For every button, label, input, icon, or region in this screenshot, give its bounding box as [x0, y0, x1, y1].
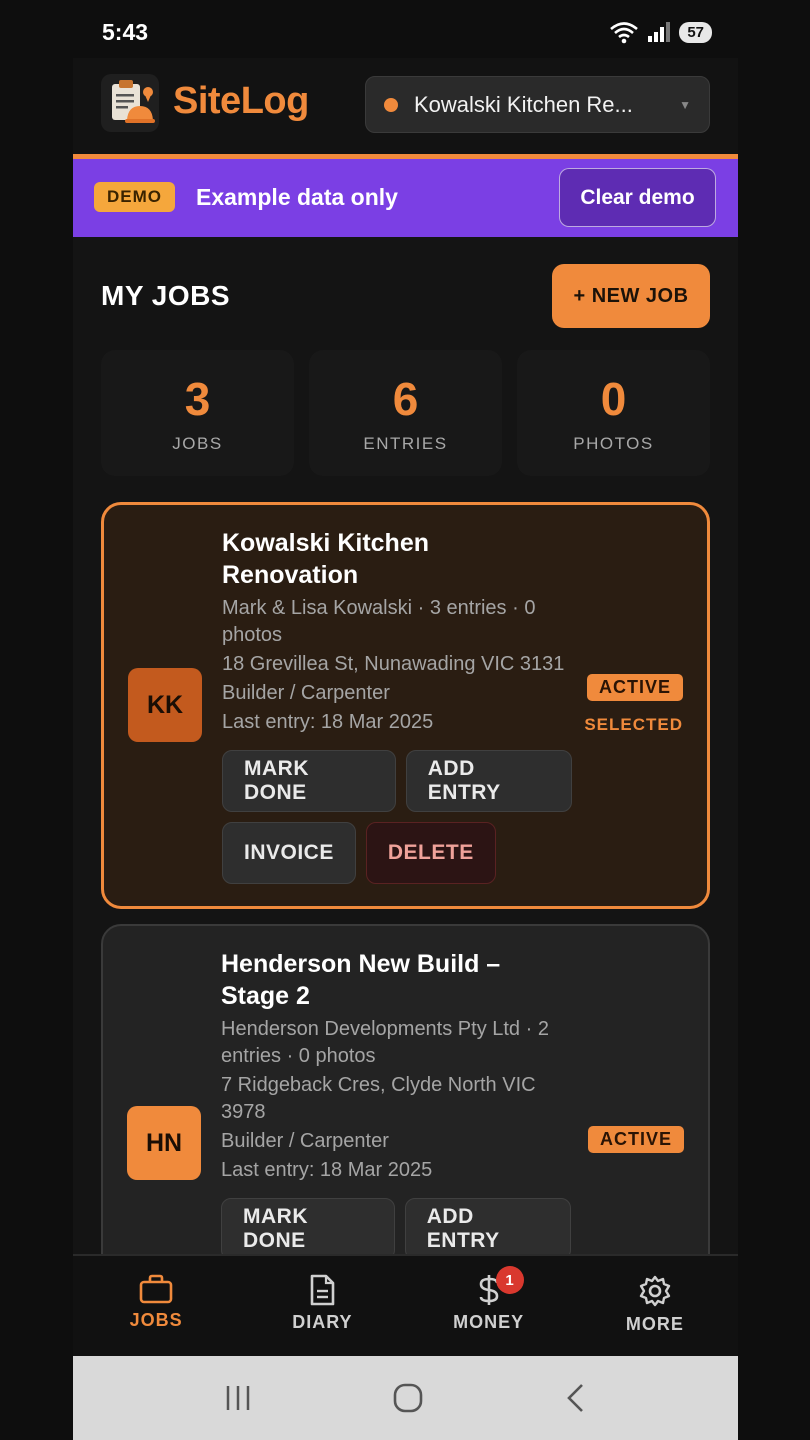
invoice-button[interactable]: INVOICE — [222, 822, 356, 884]
job-selector[interactable]: Kowalski Kitchen Re... ▼ — [365, 76, 710, 133]
nav-more[interactable]: MORE — [572, 1256, 738, 1356]
nav-money[interactable]: 1 MONEY — [406, 1256, 572, 1356]
mark-done-button[interactable]: MARK DONE — [221, 1198, 395, 1260]
stat-jobs: 3 JOBS — [101, 350, 294, 476]
job-trade: Builder / Carpenter — [222, 682, 390, 704]
wifi-icon — [610, 22, 639, 44]
stat-label: PHOTOS — [573, 434, 654, 453]
job-trade: Builder / Carpenter — [221, 1130, 389, 1152]
add-entry-button[interactable]: ADD ENTRY — [404, 1198, 571, 1260]
clear-demo-button[interactable]: Clear demo — [559, 168, 716, 227]
job-address: 18 Grevillea St, Nunawading VIC 3131 — [222, 653, 565, 675]
status-time: 5:43 — [102, 19, 149, 45]
nav-label: JOBS — [129, 1310, 183, 1330]
add-entry-button[interactable]: ADD ENTRY — [405, 750, 572, 812]
job-actions-secondary: INVOICE DELETE — [222, 822, 572, 884]
notification-badge: 1 — [495, 1266, 524, 1294]
job-title: Kowalski Kitchen Renovation — [222, 529, 429, 589]
recent-apps-icon[interactable] — [223, 1383, 253, 1413]
app-screen: SiteLog Kowalski Kitchen Re... ▼ DEMO Ex… — [73, 58, 738, 1356]
document-icon — [311, 1274, 335, 1306]
demo-banner: DEMO Example data only Clear demo — [73, 159, 738, 237]
status-badge: ACTIVE — [587, 1126, 684, 1153]
brand-name: SiteLog — [173, 80, 309, 122]
chevron-down-icon: ▼ — [679, 97, 691, 112]
delete-button[interactable]: DELETE — [365, 822, 496, 884]
job-address: 7 Ridgeback Cres, Clyde North VIC 3978 — [221, 1074, 536, 1123]
active-dot — [384, 97, 398, 112]
job-meta: Henderson Developments Pty Ltd · 2 entri… — [221, 1018, 549, 1067]
back-icon[interactable] — [563, 1382, 589, 1414]
nav-jobs[interactable]: JOBS — [73, 1256, 239, 1356]
job-avatar: KK — [128, 668, 202, 742]
job-title: Henderson New Build – Stage 2 — [221, 950, 501, 1010]
job-avatar: HN — [127, 1106, 201, 1180]
job-card-kowalski[interactable]: KK Kowalski Kitchen Renovation Mark & Li… — [101, 502, 710, 909]
nav-label: DIARY — [292, 1312, 353, 1332]
stats-row: 3 JOBS 6 ENTRIES 0 PHOTOS — [101, 350, 710, 476]
page-title: MY JOBS — [101, 280, 231, 311]
system-nav-bar — [73, 1356, 738, 1440]
job-card-body: Henderson New Build – Stage 2 Henderson … — [221, 948, 571, 1260]
nav-label: MONEY — [453, 1312, 525, 1332]
demo-tag: DEMO — [94, 182, 175, 212]
home-icon[interactable] — [392, 1382, 424, 1414]
clipboard-hardhat-icon — [112, 80, 155, 123]
stat-value: 3 — [184, 373, 211, 425]
nav-diary[interactable]: DIARY — [239, 1256, 405, 1356]
job-card-body: Kowalski Kitchen Renovation Mark & Lisa … — [222, 527, 572, 884]
mark-done-button[interactable]: MARK DONE — [222, 750, 396, 812]
job-actions: MARK DONE ADD ENTRY — [221, 1198, 571, 1260]
demo-text: Example data only — [196, 184, 398, 210]
bottom-nav: JOBS DIARY 1 MONEY MORE — [73, 1254, 738, 1356]
job-last-entry: Last entry: 18 Mar 2025 — [222, 711, 434, 733]
selected-label: SELECTED — [584, 715, 683, 734]
stat-value: 6 — [392, 373, 419, 425]
status-badge: ACTIVE — [586, 674, 683, 701]
top-bar: SiteLog Kowalski Kitchen Re... ▼ — [73, 58, 738, 154]
stat-entries: 6 ENTRIES — [309, 350, 502, 476]
job-last-entry: Last entry: 18 Mar 2025 — [221, 1159, 433, 1181]
job-actions: MARK DONE ADD ENTRY — [222, 750, 572, 812]
status-icons: 57 — [609, 20, 712, 44]
app-logo — [101, 74, 159, 132]
stat-label: ENTRIES — [363, 434, 448, 453]
job-selector-label: Kowalski Kitchen Re... — [414, 91, 633, 117]
gear-icon — [639, 1275, 671, 1307]
stat-value: 0 — [600, 373, 627, 425]
battery-indicator: 57 — [679, 21, 712, 43]
job-meta: Mark & Lisa Kowalski · 3 entries · 0 pho… — [222, 597, 536, 646]
nav-label: MORE — [625, 1314, 684, 1334]
stat-photos: 0 PHOTOS — [517, 350, 710, 476]
stat-label: JOBS — [172, 434, 223, 453]
signal-icon — [648, 22, 671, 42]
new-job-button[interactable]: + NEW JOB — [552, 264, 710, 328]
briefcase-icon — [139, 1274, 173, 1304]
